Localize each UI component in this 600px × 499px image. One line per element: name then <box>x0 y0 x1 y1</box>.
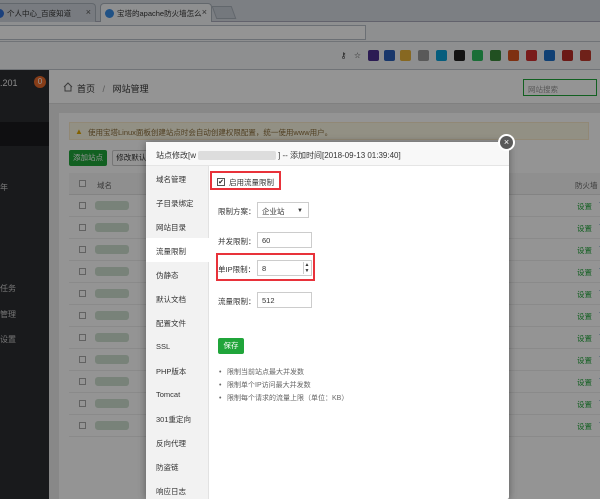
dialog-nav-item[interactable]: SSL <box>146 334 209 358</box>
dialog-nav-item[interactable]: 伪静态 <box>146 262 209 286</box>
dialog-nav-item[interactable]: 配置文件 <box>146 310 209 334</box>
dialog-nav-item[interactable]: 反向代理 <box>146 430 209 454</box>
dialog-nav-item[interactable]: 子目录绑定 <box>146 190 209 214</box>
help-note: 限制单个IP访问最大并发数 <box>219 379 348 392</box>
site-edit-dialog: 站点修改[w ] -- 添加时间[2018-09-13 01:39:40] 域名管… <box>146 142 509 499</box>
rate-input[interactable]: 512 <box>257 292 312 308</box>
rate-label: 流量限制： <box>218 297 256 306</box>
dialog-nav: 域名管理 子目录绑定 网站目录 流量限制 伪静态 默认文档 配置文件 SSL PHP版本 Tomc… <box>146 166 210 499</box>
help-notes: 限制当前站点最大并发数 限制单个IP访问最大并发数 限制每个请求的流量上限（单位… <box>219 366 348 405</box>
dialog-nav-item[interactable]: 网站目录 <box>146 214 209 238</box>
dialog-nav-item[interactable]: PHP版本 <box>146 358 209 382</box>
highlight-box <box>216 253 315 281</box>
save-button[interactable]: 保存 <box>218 338 244 354</box>
dialog-nav-item[interactable]: Tomcat <box>146 382 209 406</box>
dialog-nav-item[interactable]: 防盗链 <box>146 454 209 478</box>
scheme-select[interactable]: 企业站 ▼ <box>257 202 309 218</box>
traffic-limit-form: ✔ 启用流量限制 限制方案： 企业站 ▼ 并发限制： 60 单IP限制： 8 ▲… <box>209 166 509 499</box>
dialog-title-prefix: 站点修改[w <box>156 151 196 160</box>
help-note: 限制每个请求的流量上限（单位：KB） <box>219 392 348 405</box>
dialog-nav-item[interactable]: 默认文档 <box>146 286 209 310</box>
dialog-nav-item[interactable]: 响应日志 <box>146 478 209 499</box>
dialog-title: 站点修改[w ] -- 添加时间[2018-09-13 01:39:40] <box>146 142 509 166</box>
dialog-nav-item[interactable]: 流量限制 <box>146 238 210 262</box>
concurrency-label: 并发限制： <box>218 237 256 246</box>
highlight-box <box>210 171 281 190</box>
dialog-nav-item[interactable]: 301重定向 <box>146 406 209 430</box>
dialog-title-suffix: ] -- 添加时间[2018-09-13 01:39:40] <box>278 151 401 160</box>
scheme-label: 限制方案： <box>218 207 256 216</box>
close-icon[interactable]: × <box>498 134 515 151</box>
dialog-nav-item[interactable]: 域名管理 <box>146 166 209 190</box>
chevron-down-icon: ▼ <box>297 208 303 214</box>
help-note: 限制当前站点最大并发数 <box>219 366 348 379</box>
concurrency-input[interactable]: 60 <box>257 232 312 248</box>
redacted-domain <box>198 151 276 161</box>
scheme-selected-value: 企业站 <box>262 207 285 216</box>
